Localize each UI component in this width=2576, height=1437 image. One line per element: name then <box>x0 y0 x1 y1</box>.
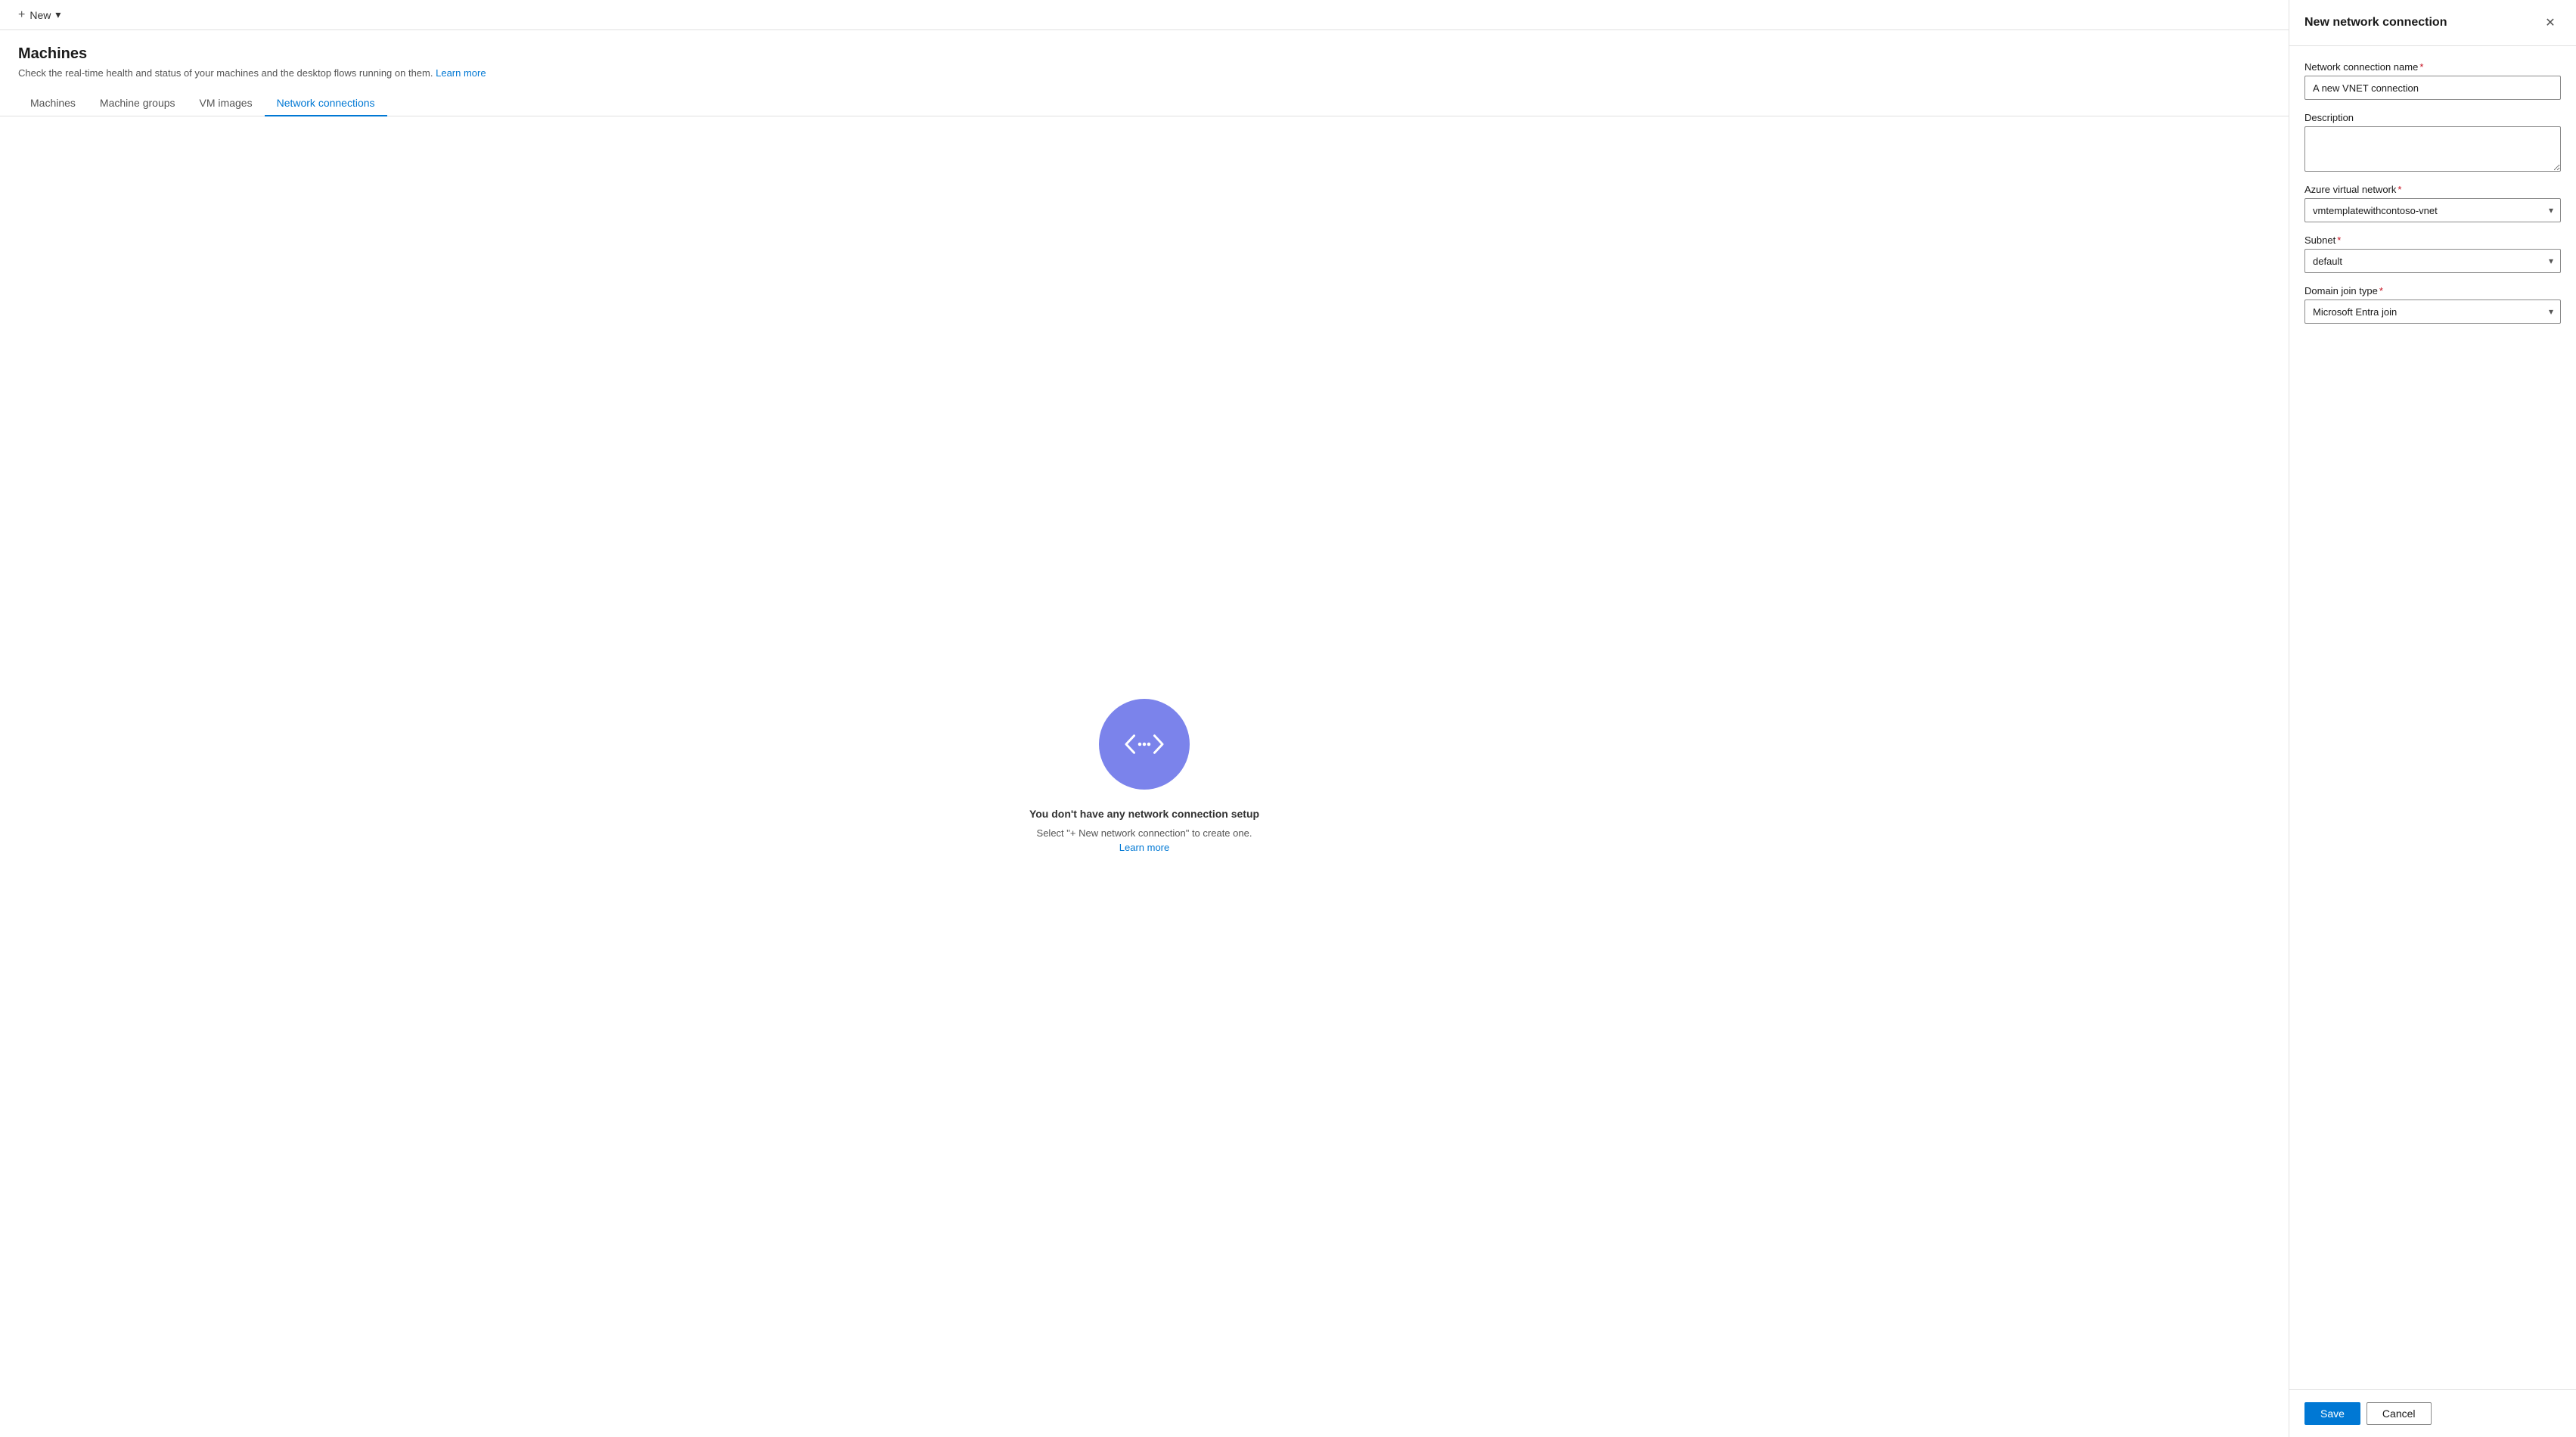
plus-icon: + <box>18 8 25 22</box>
panel-header: New network connection ✕ <box>2289 0 2576 46</box>
azure-vnet-required: * <box>2398 184 2401 195</box>
subnet-label: Subnet* <box>2304 234 2561 246</box>
domain-join-select-wrapper: Microsoft Entra join ▾ <box>2304 300 2561 324</box>
cancel-button[interactable]: Cancel <box>2367 1402 2432 1425</box>
azure-vnet-select[interactable]: vmtemplatewithcontoso-vnet <box>2304 198 2561 222</box>
domain-join-required: * <box>2379 285 2383 296</box>
form-group-domain-join: Domain join type* Microsoft Entra join ▾ <box>2304 285 2561 324</box>
tab-network-connections[interactable]: Network connections <box>265 91 387 116</box>
form-group-subnet: Subnet* default ▾ <box>2304 234 2561 273</box>
panel-footer: Save Cancel <box>2289 1389 2576 1437</box>
form-group-name: Network connection name* <box>2304 61 2561 100</box>
page-header: Machines Check the real-time health and … <box>0 30 2289 91</box>
panel-title: New network connection <box>2304 16 2447 29</box>
subnet-select[interactable]: default <box>2304 249 2561 273</box>
description-textarea[interactable] <box>2304 126 2561 172</box>
close-button[interactable]: ✕ <box>2540 12 2561 33</box>
form-group-azure-vnet: Azure virtual network* vmtemplatewithcon… <box>2304 184 2561 222</box>
domain-join-label: Domain join type* <box>2304 285 2561 296</box>
name-input[interactable] <box>2304 76 2561 100</box>
description-label: Description <box>2304 112 2561 123</box>
page-title: Machines <box>18 45 2270 63</box>
side-panel: New network connection ✕ Network connect… <box>2289 0 2576 1437</box>
empty-title: You don't have any network connection se… <box>1029 808 1259 820</box>
empty-description: Select "+ New network connection" to cre… <box>1031 826 1258 855</box>
domain-join-select[interactable]: Microsoft Entra join <box>2304 300 2561 324</box>
empty-learn-more-link[interactable]: Learn more <box>1119 842 1169 853</box>
subnet-select-wrapper: default ▾ <box>2304 249 2561 273</box>
subnet-required: * <box>2337 234 2341 246</box>
learn-more-link[interactable]: Learn more <box>436 67 486 79</box>
tab-machine-groups[interactable]: Machine groups <box>88 91 188 116</box>
azure-vnet-select-wrapper: vmtemplatewithcontoso-vnet ▾ <box>2304 198 2561 222</box>
new-button-label: New <box>29 9 51 21</box>
network-icon <box>1099 699 1190 790</box>
empty-state: You don't have any network connection se… <box>0 116 2289 1437</box>
name-label: Network connection name* <box>2304 61 2561 73</box>
new-button[interactable]: + New ▾ <box>12 5 67 25</box>
tab-vm-images[interactable]: VM images <box>188 91 265 116</box>
save-button[interactable]: Save <box>2304 1402 2360 1425</box>
name-required: * <box>2419 61 2423 73</box>
panel-body: Network connection name* Description Azu… <box>2289 46 2576 1389</box>
chevron-down-icon: ▾ <box>55 8 61 21</box>
tab-machines[interactable]: Machines <box>18 91 88 116</box>
form-group-description: Description <box>2304 112 2561 172</box>
top-bar: + New ▾ <box>0 0 2289 30</box>
tabs-container: Machines Machine groups VM images Networ… <box>0 91 2289 116</box>
page-subtitle: Check the real-time health and status of… <box>18 67 2270 79</box>
azure-vnet-label: Azure virtual network* <box>2304 184 2561 195</box>
